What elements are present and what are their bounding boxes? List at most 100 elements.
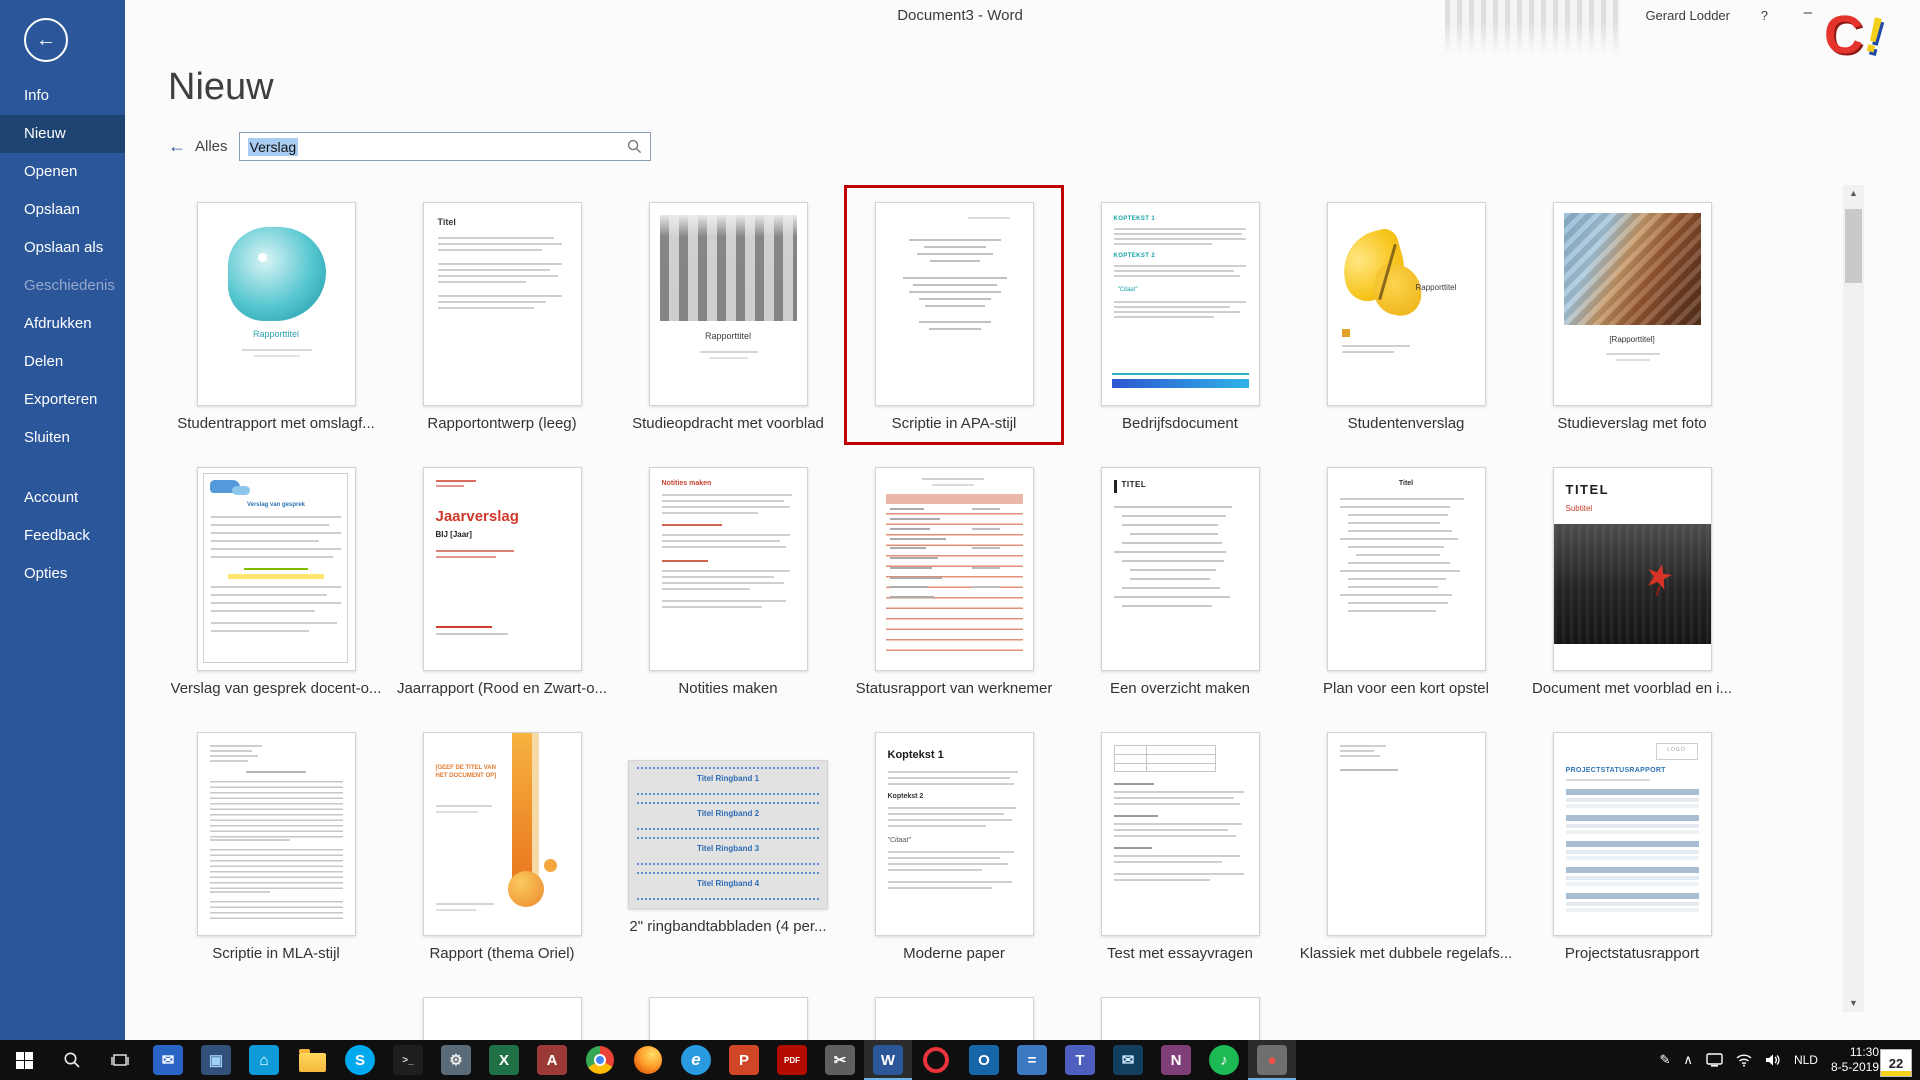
- template-card-partial[interactable]: [841, 980, 1067, 1040]
- vertical-scrollbar[interactable]: ▲ ▼: [1843, 185, 1864, 1012]
- template-card[interactable]: RapporttitelStudieopdracht met voorblad: [615, 185, 841, 450]
- taskbar-app-screen-recorder[interactable]: ●: [1248, 1040, 1296, 1080]
- template-card[interactable]: Notities makenNotities maken: [615, 450, 841, 715]
- taskbar-app-word[interactable]: W: [864, 1040, 912, 1080]
- template-card[interactable]: [GEEF DE TITEL VAN HET DOCUMENT OP]Rappo…: [389, 715, 615, 980]
- template-card[interactable]: LOGOPROJECTSTATUSRAPPORTProjectstatusrap…: [1519, 715, 1745, 980]
- search-icon[interactable]: [627, 139, 642, 154]
- sidebar-item-feedback[interactable]: Feedback: [0, 517, 125, 555]
- template-card[interactable]: Test met essayvragen: [1067, 715, 1293, 980]
- taskbar-app-firefox[interactable]: [624, 1040, 672, 1080]
- taskbar-search-button[interactable]: [48, 1040, 96, 1080]
- decoration: [968, 217, 1010, 219]
- taskbar-start-button[interactable]: [0, 1040, 48, 1080]
- taskbar-app-internet-explorer[interactable]: e: [672, 1040, 720, 1080]
- sidebar-item-account[interactable]: Account: [0, 479, 125, 517]
- taskbar-app-access[interactable]: A: [528, 1040, 576, 1080]
- pen-icon[interactable]: ✎: [1660, 1052, 1671, 1068]
- clock[interactable]: 11:30 8-5-2019: [1831, 1045, 1879, 1075]
- template-card-partial[interactable]: [615, 980, 841, 1040]
- taskbar-app-pdf-reader[interactable]: PDF: [768, 1040, 816, 1080]
- decoration: [886, 494, 1023, 504]
- minimize-button[interactable]: –: [1804, 4, 1812, 21]
- template-card[interactable]: TitelRapportontwerp (leeg): [389, 185, 615, 450]
- decoration: [1566, 882, 1699, 886]
- taskbar-app-chrome[interactable]: [576, 1040, 624, 1080]
- taskbar-app-settings[interactable]: ⚙: [432, 1040, 480, 1080]
- decoration: [662, 540, 780, 542]
- signed-in-user[interactable]: Gerard Lodder: [1645, 8, 1730, 23]
- template-card[interactable]: Koptekst 1Koptekst 2"Citaat"Moderne pape…: [841, 715, 1067, 980]
- decoration: [1130, 533, 1218, 535]
- taskbar-app-mail-dark[interactable]: ✉: [1104, 1040, 1152, 1080]
- scrollbar-thumb[interactable]: [1845, 209, 1862, 283]
- template-card-partial[interactable]: [1067, 980, 1293, 1040]
- template-card[interactable]: [Rapporttitel]Studieverslag met foto: [1519, 185, 1745, 450]
- template-card[interactable]: Statusrapport van werknemer: [841, 450, 1067, 715]
- taskbar-task-view-button[interactable]: [96, 1040, 144, 1080]
- taskbar-app-onenote[interactable]: N: [1152, 1040, 1200, 1080]
- decoration: [710, 357, 748, 359]
- taskbar-app-mail[interactable]: ✉: [144, 1040, 192, 1080]
- decoration: [1342, 351, 1394, 353]
- taskbar-app-skype[interactable]: S: [336, 1040, 384, 1080]
- taskbar-app-snipping-tool[interactable]: ✂: [816, 1040, 864, 1080]
- sidebar-item-delen[interactable]: Delen: [0, 343, 125, 381]
- decoration: [1122, 605, 1212, 607]
- template-card[interactable]: Scriptie in MLA-stijl: [163, 715, 389, 980]
- sidebar-item-nieuw[interactable]: Nieuw: [0, 115, 125, 153]
- taskbar-app-powerpoint[interactable]: P: [720, 1040, 768, 1080]
- back-button[interactable]: ←: [24, 18, 68, 62]
- template-card[interactable]: Scriptie in APA-stijl: [841, 185, 1067, 450]
- taskbar-app-outlook[interactable]: O: [960, 1040, 1008, 1080]
- sidebar-item-info[interactable]: Info: [0, 77, 125, 115]
- sidebar-item-sluiten[interactable]: Sluiten: [0, 419, 125, 457]
- taskbar-app-store[interactable]: ⌂: [240, 1040, 288, 1080]
- taskbar-app-command-prompt[interactable]: >_: [384, 1040, 432, 1080]
- sidebar-item-opslaan-als[interactable]: Opslaan als: [0, 229, 125, 267]
- template-card[interactable]: RapporttitelStudentenverslag: [1293, 185, 1519, 450]
- mail-icon: ✉: [153, 1045, 183, 1075]
- language-indicator[interactable]: NLD: [1794, 1053, 1818, 1067]
- sidebar-item-openen[interactable]: Openen: [0, 153, 125, 191]
- sidebar-item-exporteren[interactable]: Exporteren: [0, 381, 125, 419]
- taskbar-app-teams[interactable]: T: [1056, 1040, 1104, 1080]
- display-icon[interactable]: [1706, 1053, 1723, 1067]
- scroll-down-button[interactable]: ▼: [1843, 995, 1864, 1012]
- taskbar-app-spotify[interactable]: ♪: [1200, 1040, 1248, 1080]
- template-card[interactable]: TITELSubtitelDocument met voorblad en i.…: [1519, 450, 1745, 715]
- internet-explorer-icon: e: [681, 1045, 711, 1075]
- scroll-up-button[interactable]: ▲: [1843, 185, 1864, 202]
- network-icon[interactable]: [1736, 1054, 1752, 1067]
- template-card[interactable]: Verslag van gesprekVerslag van gesprek d…: [163, 450, 389, 715]
- decoration: [1566, 789, 1699, 795]
- store-icon: ⌂: [249, 1045, 279, 1075]
- decoration: [662, 576, 774, 578]
- decoration: [210, 891, 270, 893]
- template-card-partial[interactable]: [389, 980, 615, 1040]
- template-card[interactable]: Klassiek met dubbele regelafs...: [1293, 715, 1519, 980]
- template-card[interactable]: JaarverslagBIJ [Jaar]Jaarrapport (Rood e…: [389, 450, 615, 715]
- template-card[interactable]: KOPTEKST 1KOPTEKST 2"Citaat"Bedrijfsdocu…: [1067, 185, 1293, 450]
- template-card[interactable]: Titel Ringband 1Titel Ringband 2Titel Ri…: [615, 715, 841, 980]
- template-search-input[interactable]: Verslag: [239, 132, 651, 161]
- taskbar-app-opera[interactable]: [912, 1040, 960, 1080]
- template-card[interactable]: RapporttitelStudentrapport met omslagf..…: [163, 185, 389, 450]
- sidebar-item-afdrukken[interactable]: Afdrukken: [0, 305, 125, 343]
- taskbar-app-excel[interactable]: X: [480, 1040, 528, 1080]
- volume-icon[interactable]: [1765, 1053, 1781, 1067]
- template-card[interactable]: TITELEen overzicht maken: [1067, 450, 1293, 715]
- filter-back-button[interactable]: ← Alles: [168, 136, 228, 157]
- template-card[interactable]: TitelPlan voor een kort opstel: [1293, 450, 1519, 715]
- decoration: Titel: [1328, 480, 1485, 487]
- hidden-icons-chevron[interactable]: ∧: [1683, 1052, 1693, 1068]
- sidebar-item-opslaan[interactable]: Opslaan: [0, 191, 125, 229]
- decoration: [1348, 530, 1452, 532]
- decoration: [242, 349, 312, 351]
- help-button[interactable]: ?: [1761, 8, 1768, 23]
- taskbar-app-calculator[interactable]: =: [1008, 1040, 1056, 1080]
- sidebar-item-opties[interactable]: Opties: [0, 555, 125, 593]
- decoration: [438, 263, 562, 265]
- taskbar-app-file-explorer[interactable]: [288, 1040, 336, 1080]
- taskbar-app-photos[interactable]: ▣: [192, 1040, 240, 1080]
